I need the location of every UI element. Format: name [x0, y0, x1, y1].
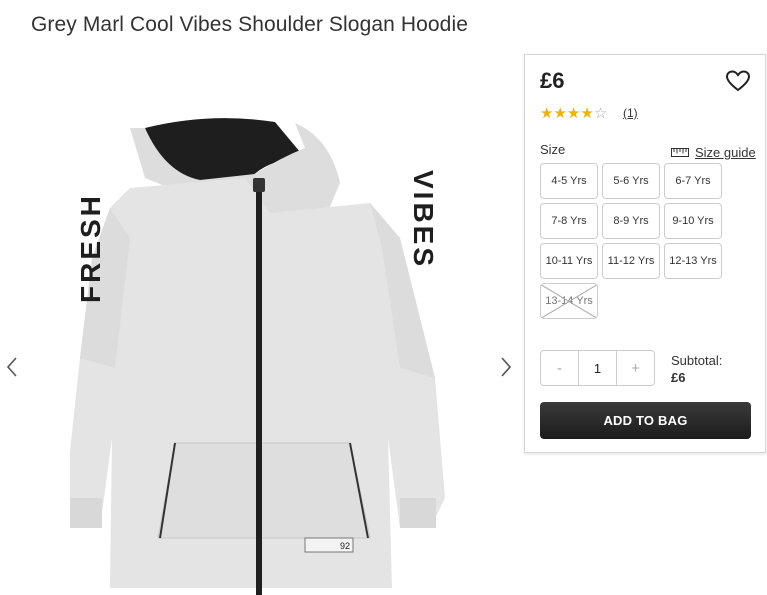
star-icon: ★ — [580, 105, 594, 122]
size-option-8-9[interactable]: 8-9 Yrs — [602, 203, 660, 239]
heart-icon — [725, 70, 751, 92]
star-outline-icon: ☆ — [593, 105, 608, 122]
quantity-input[interactable]: 1 — [578, 351, 617, 385]
sleeve-text-right: VIBES — [408, 170, 439, 269]
subtotal-value: £6 — [671, 370, 686, 385]
subtotal-label: Subtotal: — [671, 353, 723, 368]
gallery-prev-arrow[interactable] — [2, 352, 22, 382]
size-option-11-12[interactable]: 11-12 Yrs — [602, 243, 660, 279]
star-icon: ★ — [566, 105, 581, 122]
size-option-12-13[interactable]: 12-13 Yrs — [664, 243, 722, 279]
size-option-4-5[interactable]: 4-5 Yrs — [540, 163, 598, 199]
size-guide-label: Size guide — [695, 145, 756, 160]
chevron-right-icon — [501, 357, 512, 377]
product-gallery: FRESH VIBES 92 — [0, 90, 520, 595]
purchase-panel: £6 ★★★★☆ (1) Size Size guide 4-5 Yrs 5-6… — [524, 54, 766, 453]
wishlist-button[interactable] — [725, 69, 751, 93]
size-option-9-10[interactable]: 9-10 Yrs — [664, 203, 722, 239]
hoodie-badge: 92 — [340, 541, 350, 551]
ruler-icon — [671, 148, 689, 157]
product-image: FRESH VIBES 92 — [70, 118, 445, 595]
size-option-5-6[interactable]: 5-6 Yrs — [602, 163, 660, 199]
gallery-next-arrow[interactable] — [496, 352, 516, 382]
rating-stars: ★★★★☆ — [540, 104, 607, 122]
size-option-13-14-unavailable[interactable]: 13-14 Yrs — [540, 283, 598, 319]
product-title: Grey Marl Cool Vibes Shoulder Slogan Hoo… — [31, 13, 468, 36]
subtotal: Subtotal: £6 — [671, 352, 722, 386]
size-option-6-7[interactable]: 6-7 Yrs — [664, 163, 722, 199]
quantity-decrease-button[interactable]: - — [541, 351, 578, 385]
quantity-stepper: - 1 + — [540, 350, 655, 386]
add-to-bag-button[interactable]: ADD TO BAG — [540, 402, 751, 439]
quantity-increase-button[interactable]: + — [617, 351, 654, 385]
size-label: Size — [540, 142, 566, 157]
size-options: 4-5 Yrs 5-6 Yrs 6-7 Yrs 7-8 Yrs 8-9 Yrs … — [540, 163, 752, 319]
size-option-10-11[interactable]: 10-11 Yrs — [540, 243, 598, 279]
sleeve-text-left: FRESH — [75, 193, 106, 303]
product-price: £6 — [540, 68, 565, 93]
chevron-left-icon — [6, 357, 17, 377]
review-count-link[interactable]: (1) — [623, 106, 638, 120]
size-option-7-8[interactable]: 7-8 Yrs — [540, 203, 598, 239]
size-guide-link[interactable]: Size guide — [671, 145, 756, 160]
star-icon: ★ — [553, 105, 567, 122]
star-icon: ★ — [540, 105, 554, 122]
